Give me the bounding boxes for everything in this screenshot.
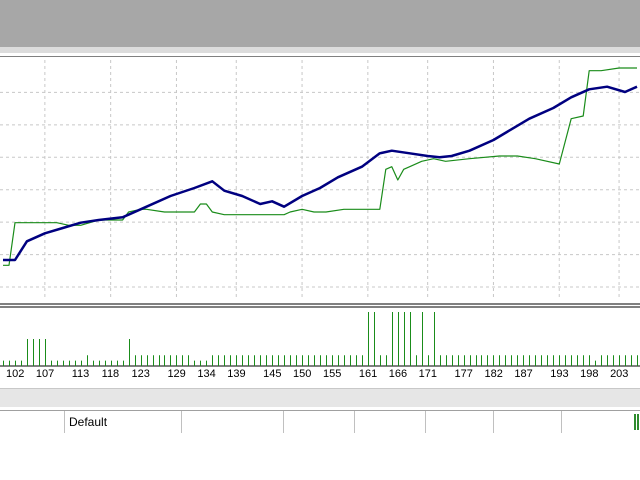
x-tick-label: 177 (454, 368, 473, 380)
x-tick-label: 150 (293, 368, 312, 380)
chart-tab-strip[interactable] (0, 388, 640, 407)
x-tick-label: 145 (263, 368, 282, 380)
x-tick-label: 113 (71, 368, 90, 380)
x-tick-label: 107 (35, 368, 55, 380)
status-cell-high (354, 411, 425, 433)
status-cell-close (493, 411, 561, 433)
profile-label: Default (69, 415, 108, 429)
x-tick-label: 171 (418, 368, 438, 380)
chart-window[interactable] (0, 56, 640, 382)
status-cell-profile[interactable]: Default (64, 411, 181, 433)
toolbar-separator (0, 47, 640, 53)
x-tick-label: 193 (550, 368, 569, 380)
x-tick-label: 118 (101, 368, 120, 380)
empty-area (0, 433, 640, 480)
x-tick-label: 187 (514, 368, 533, 380)
connection-status-icon (634, 414, 640, 430)
toolbar-area (0, 0, 640, 47)
status-cell-datetime (181, 411, 283, 433)
x-tick-label: 134 (197, 368, 216, 380)
status-cell-low (425, 411, 493, 433)
time-axis: 102 107 113 118 123 129 134 139 145 150 155 161 166 1… (0, 366, 640, 382)
x-tick-label: 102 (5, 368, 25, 380)
x-tick-label: 155 (322, 368, 342, 380)
x-tick-label: 123 (131, 368, 150, 380)
price-chart[interactable] (0, 56, 640, 382)
series-line-blue (3, 85, 638, 262)
status-cell-help (0, 411, 64, 433)
x-tick-label: 203 (610, 368, 629, 380)
x-tick-label: 161 (358, 368, 378, 380)
x-tick-label: 166 (388, 368, 408, 380)
status-cell-open (283, 411, 354, 433)
x-tick-label: 182 (484, 368, 503, 380)
series-line-green (3, 67, 637, 266)
x-tick-label: 198 (580, 368, 599, 380)
status-bar: Default (0, 410, 640, 434)
x-tick-label: 139 (227, 368, 246, 380)
status-cell-volume (561, 411, 632, 433)
x-tick-label: 129 (167, 368, 186, 380)
